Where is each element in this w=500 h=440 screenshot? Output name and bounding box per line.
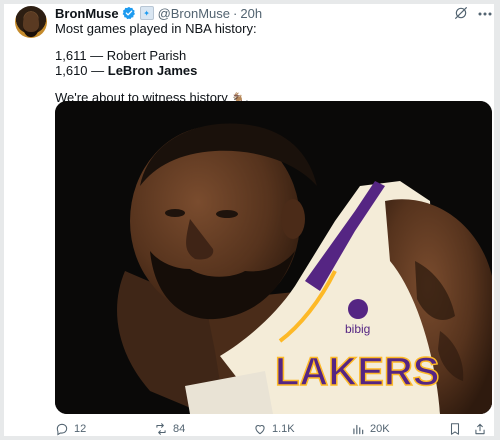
tweet-header: BronMuse ✦ @BronMuse · 20h xyxy=(55,5,262,21)
affiliate-badge-icon[interactable]: ✦ xyxy=(139,6,154,20)
like-icon xyxy=(255,425,265,435)
sponsor-logo xyxy=(348,299,368,319)
views-count: 20K xyxy=(370,423,390,435)
more-icon[interactable] xyxy=(478,12,492,16)
share-icon xyxy=(475,423,485,435)
reply-icon xyxy=(56,423,68,436)
repost-icon xyxy=(156,423,166,435)
verified-badge-icon[interactable] xyxy=(122,6,136,20)
avatar-face xyxy=(23,12,39,37)
reply-button[interactable]: 12 xyxy=(55,421,86,437)
tweet-photo[interactable]: LAKERS bibig xyxy=(55,101,492,414)
screenshot-border-right xyxy=(494,0,500,440)
bookmark-icon xyxy=(450,423,460,435)
views-button[interactable]: 20K xyxy=(351,421,390,437)
repost-button[interactable]: 84 xyxy=(154,421,185,437)
text-row-parish: 1,611 — Robert Parish xyxy=(55,47,187,63)
views-icon xyxy=(353,424,364,435)
share-button[interactable] xyxy=(473,421,492,437)
reply-count: 12 xyxy=(74,423,87,435)
text-intro: Most games played in NBA history: xyxy=(55,21,257,36)
player-photo-illustration: LAKERS bibig xyxy=(55,101,492,414)
bookmark-button[interactable] xyxy=(448,421,467,437)
post-time[interactable]: 20h xyxy=(240,6,262,21)
author-handle[interactable]: @BronMuse xyxy=(158,6,230,21)
like-button[interactable]: 1.1K xyxy=(253,421,295,437)
tweet-text: Most games played in NBA history: 1,611 … xyxy=(55,21,475,105)
lebron-name: LeBron James xyxy=(107,63,198,78)
header-separator: · xyxy=(233,5,238,21)
jersey-text: LAKERS xyxy=(275,350,439,394)
action-bar: 12 84 1.1K 20K xyxy=(55,421,492,437)
screenshot-border-top xyxy=(0,0,500,4)
grok-icon[interactable] xyxy=(453,5,469,21)
text-row-lebron: 1,610 — LeBron James xyxy=(55,63,475,79)
author-avatar[interactable] xyxy=(15,6,47,38)
lebron-count: 1,610 — xyxy=(55,63,108,78)
repost-count: 84 xyxy=(173,423,186,435)
screenshot-border-left xyxy=(0,0,4,440)
like-count: 1.1K xyxy=(272,423,295,435)
author-name[interactable]: BronMuse xyxy=(55,6,119,21)
sponsor-text: bibig xyxy=(345,322,370,336)
